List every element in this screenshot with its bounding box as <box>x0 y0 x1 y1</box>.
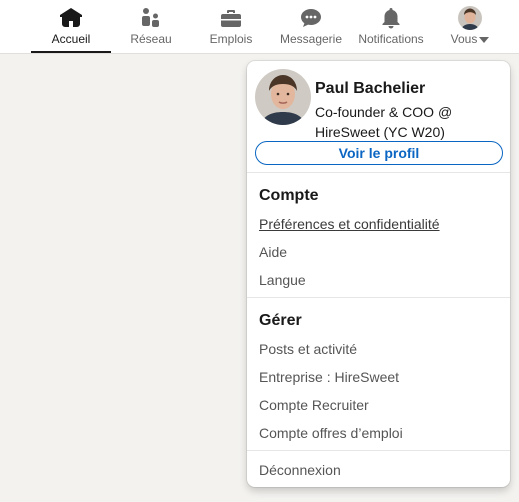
divider <box>247 172 510 173</box>
section-title-manage: Gérer <box>259 312 302 329</box>
nav-reseau-label: Réseau <box>130 32 172 46</box>
divider <box>247 297 510 298</box>
profile-headline: Co-founder & COO @ HireSweet (YC W20) <box>315 104 453 140</box>
link-job-posting-account[interactable]: Compte offres d’emploi <box>259 425 403 441</box>
network-icon <box>139 6 163 30</box>
nav-emplois-label: Emplois <box>209 32 253 46</box>
signout-link[interactable]: Déconnexion <box>259 462 341 478</box>
nav-vous[interactable]: Vous <box>444 0 496 53</box>
divider <box>247 450 510 451</box>
section-title-account: Compte <box>259 187 319 204</box>
link-help[interactable]: Aide <box>259 244 287 260</box>
bell-icon <box>379 6 403 30</box>
nav-notifications[interactable]: Notifications <box>352 0 430 53</box>
active-indicator <box>31 51 111 53</box>
avatar <box>458 6 482 30</box>
top-navigation-bar: Accueil Réseau Emplois Messagerie Notifi… <box>0 0 519 54</box>
nav-notifications-label: Notifications <box>358 32 424 46</box>
link-preferences[interactable]: Préférences et confidentialité <box>259 216 440 232</box>
profile-dropdown-menu: Paul Bachelier Co-founder & COO @ HireSw… <box>247 61 510 487</box>
profile-avatar[interactable] <box>255 69 311 125</box>
nav-accueil-label: Accueil <box>51 32 91 46</box>
briefcase-icon <box>219 6 243 30</box>
link-language[interactable]: Langue <box>259 272 306 288</box>
caret-down-icon <box>479 36 490 43</box>
home-icon <box>59 6 83 30</box>
nav-accueil[interactable]: Accueil <box>31 0 111 53</box>
nav-vous-label: Vous <box>450 32 478 46</box>
nav-messagerie-label: Messagerie <box>279 32 343 46</box>
link-company-page[interactable]: Entreprise : HireSweet <box>259 369 399 385</box>
nav-messagerie[interactable]: Messagerie <box>274 0 348 53</box>
view-profile-button[interactable]: Voir le profil <box>255 141 503 165</box>
link-posts-activity[interactable]: Posts et activité <box>259 341 357 357</box>
nav-emplois[interactable]: Emplois <box>200 0 262 53</box>
message-icon <box>299 6 323 30</box>
nav-reseau[interactable]: Réseau <box>121 0 181 53</box>
link-recruiter-account[interactable]: Compte Recruiter <box>259 397 369 413</box>
profile-name: Paul Bachelier <box>315 80 426 97</box>
